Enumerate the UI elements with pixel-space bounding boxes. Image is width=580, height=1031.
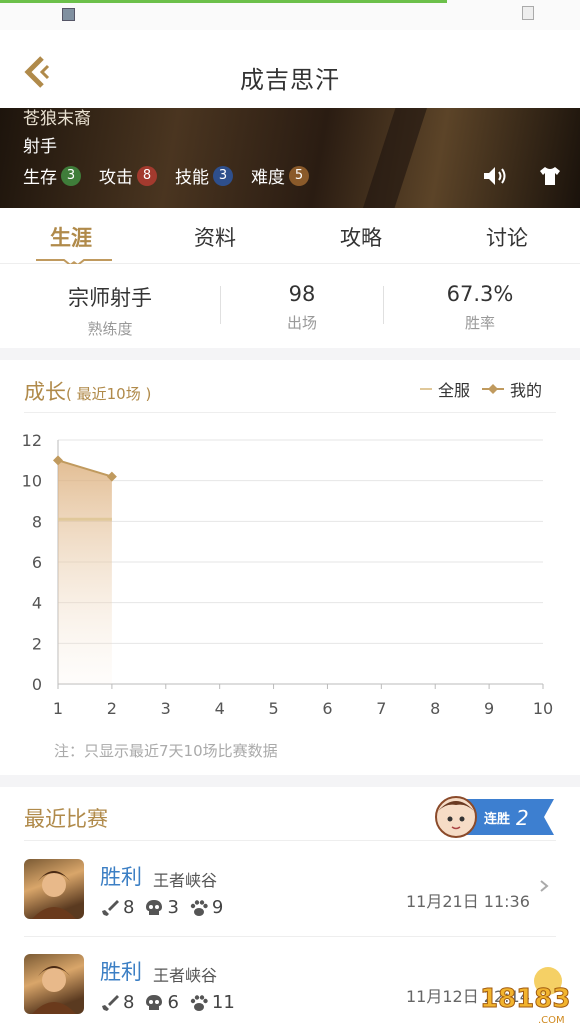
recent-matches-title: 最近比赛	[24, 807, 108, 831]
growth-subtitle: ( 最近10场 )	[66, 385, 152, 403]
notification-status-icon	[522, 6, 534, 20]
sword-icon	[102, 994, 119, 1011]
chart-legend: 全服 我的	[420, 377, 554, 401]
hero-banner: 苍狼末裔 射手 生存 3 攻击 8 技能 3 难度 5	[0, 108, 580, 208]
y-tick-label: 2	[32, 634, 42, 653]
deaths-stat: 3	[144, 897, 179, 918]
streak-label: 连胜	[484, 811, 510, 827]
attribute-badge: 3	[61, 165, 81, 186]
win-streak-badge: 连胜 2	[435, 796, 554, 838]
attribute-survival: 生存 3	[23, 163, 81, 188]
deaths-stat: 6	[144, 992, 179, 1013]
chart-note: 注：只显示最近7天10场比赛数据	[54, 742, 278, 760]
app-status-icon	[62, 8, 75, 21]
match-kda: 8 6 11	[100, 992, 245, 1013]
x-tick-label: 6	[322, 699, 332, 718]
divider	[220, 286, 221, 324]
section-separator	[0, 775, 580, 787]
x-tick-label: 8	[430, 699, 440, 718]
streak-count: 2	[516, 806, 529, 830]
growth-section: 成长( 最近10场 ) 全服 我的 0 2 4 6 8 10 12 1 2 3 4 5 6 7 8 9 10 注…	[0, 360, 580, 775]
match-mode: 王者峡谷	[153, 871, 218, 890]
win-rate-stat: 67.3% 胜率	[446, 282, 514, 332]
y-tick-label: 8	[32, 512, 42, 531]
svg-text:.COM: .COM	[538, 1015, 565, 1026]
match-kda: 8 3 9	[100, 897, 233, 918]
hero-subtitle: 苍狼末裔	[23, 109, 91, 129]
divider	[383, 286, 384, 324]
attribute-badge: 8	[137, 165, 157, 186]
legend-server: 全服	[420, 377, 470, 401]
y-tick-label: 10	[22, 472, 42, 491]
skull-icon	[146, 994, 163, 1010]
match-result: 胜利	[100, 865, 142, 889]
hero-summary: 宗师射手 熟练度 98 出场 67.3% 胜率	[0, 264, 580, 348]
x-tick-label: 10	[533, 699, 553, 718]
x-tick-label: 9	[484, 699, 494, 718]
y-tick-label: 6	[32, 553, 42, 572]
y-tick-label: 4	[32, 594, 42, 613]
kills-stat: 8	[100, 992, 134, 1013]
kills-stat: 8	[100, 897, 134, 918]
growth-title: 成长( 最近10场 )	[24, 380, 152, 404]
x-tick-label: 2	[107, 699, 117, 718]
y-tick-label: 0	[32, 675, 42, 694]
attribute-attack: 攻击 8	[99, 163, 157, 188]
y-tick-label: 12	[22, 431, 42, 450]
x-tick-label: 5	[268, 699, 278, 718]
legend-diamond-icon	[482, 384, 505, 394]
x-tick-label: 7	[376, 699, 386, 718]
attribute-badge: 5	[289, 165, 309, 186]
match-result: 胜利	[100, 960, 142, 984]
tab-bar: 生涯 资料 攻略 讨论	[0, 208, 580, 270]
x-tick-label: 3	[161, 699, 171, 718]
match-row[interactable]: 胜利 王者峡谷 8 3 9 11月21日 11:36	[0, 841, 580, 935]
sound-icon	[484, 167, 506, 185]
tab-discussion[interactable]: 讨论	[486, 222, 528, 252]
growth-line-chart: 0246810121 2 3 4 5 6 7 8 9 10	[22, 431, 554, 718]
chevron-right-icon	[540, 880, 549, 892]
hero-avatar	[24, 954, 84, 1014]
legend-mine: 我的	[482, 377, 542, 401]
legend-line-icon	[420, 388, 432, 390]
attribute-skill: 技能 3	[175, 163, 233, 188]
paw-icon	[190, 899, 208, 916]
attribute-difficulty: 难度 5	[251, 163, 309, 188]
voice-button[interactable]	[482, 164, 510, 188]
series-mine-area	[58, 460, 112, 684]
svg-text:18183: 18183	[480, 984, 570, 1014]
page-title: 成吉思汗	[240, 66, 340, 94]
section-separator	[0, 348, 580, 360]
match-mode: 王者峡谷	[153, 966, 218, 985]
x-tick-label: 1	[53, 699, 63, 718]
x-tick-label: 4	[215, 699, 225, 718]
sword-icon	[102, 899, 119, 916]
skull-icon	[146, 899, 163, 915]
hero-avatar	[24, 859, 84, 919]
attribute-badge: 3	[213, 165, 233, 186]
assists-stat: 9	[189, 897, 223, 918]
skin-shirt-icon	[540, 167, 560, 185]
appearances-stat: 98 出场	[286, 282, 317, 332]
match-time: 11月21日 11:36	[406, 892, 530, 911]
assists-stat: 11	[189, 992, 235, 1013]
site-watermark-logo: 18183 .COM	[480, 967, 571, 1026]
skin-button[interactable]	[538, 164, 562, 188]
divider	[24, 412, 556, 413]
hero-attributes: 生存 3 攻击 8 技能 3 难度 5	[23, 163, 327, 188]
hero-role: 射手	[23, 137, 57, 157]
proficiency-stat: 宗师射手 熟练度	[68, 286, 152, 338]
top-navigation-bar: 成吉思汗	[0, 30, 580, 108]
load-progress-bar	[0, 0, 447, 3]
paw-icon	[190, 994, 208, 1011]
tab-career[interactable]: 生涯	[50, 222, 92, 252]
status-strip	[0, 0, 580, 30]
tab-guide[interactable]: 攻略	[340, 222, 382, 252]
tab-info[interactable]: 资料	[194, 222, 236, 252]
